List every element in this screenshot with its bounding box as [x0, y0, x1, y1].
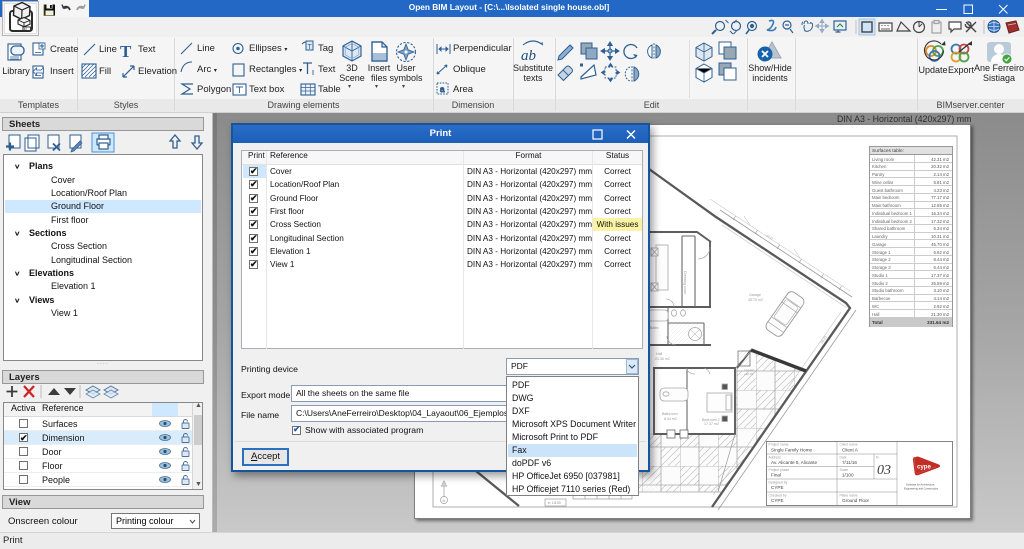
- svg-text:Bathroom: Bathroom: [662, 412, 678, 416]
- svg-text:Scale: Scale: [840, 468, 849, 472]
- svg-text:Single Family Home: Single Family Home: [771, 448, 813, 453]
- svg-text:a: a: [440, 85, 445, 94]
- svg-text:Av. Alicante 5, Alicante: Av. Alicante 5, Alicante: [771, 460, 817, 465]
- svg-text:CYPE: CYPE: [771, 485, 784, 490]
- svg-text:Bathr.: Bathr.: [650, 326, 659, 330]
- svg-text:Dressing room: Dressing room: [683, 271, 687, 294]
- svg-text:1/100: 1/100: [842, 473, 854, 478]
- svg-text:Designed by: Designed by: [769, 481, 788, 485]
- svg-text:Garage: Garage: [749, 293, 761, 297]
- svg-text:7/11/16: 7/11/16: [842, 460, 857, 465]
- svg-text:Plane name: Plane name: [840, 494, 858, 498]
- svg-text:Engineering and Construction: Engineering and Construction: [904, 487, 939, 491]
- svg-text:Client name: Client name: [840, 443, 858, 447]
- svg-text:6.34 m2: 6.34 m2: [664, 417, 677, 421]
- svg-text:Date: Date: [840, 456, 847, 460]
- svg-text:Checked by: Checked by: [769, 494, 787, 498]
- svg-text:Final: Final: [771, 473, 781, 478]
- svg-text:Address: Address: [769, 456, 782, 460]
- svg-text:T: T: [120, 42, 132, 61]
- svg-text:Software for Architecture,: Software for Architecture,: [906, 483, 935, 487]
- svg-text:17.37 m2: 17.37 m2: [704, 422, 719, 426]
- svg-text:Hall: Hall: [656, 352, 662, 356]
- svg-text:+22.02: +22.02: [744, 372, 754, 376]
- svg-text:ab: ab: [521, 48, 537, 64]
- svg-text:45.70 m2: 45.70 m2: [748, 298, 763, 302]
- svg-text:03: 03: [877, 463, 891, 478]
- svg-text:Project phase: Project phase: [769, 468, 790, 472]
- svg-text:e: 1/100: e: 1/100: [548, 501, 561, 505]
- svg-text:T: T: [308, 44, 313, 51]
- svg-text:N: N: [443, 498, 446, 503]
- svg-text:23.47: 23.47: [765, 233, 774, 241]
- svg-text:21.30 m2: 21.30 m2: [655, 357, 670, 361]
- svg-text:Project name: Project name: [769, 443, 789, 447]
- svg-text:Ground Floor: Ground Floor: [842, 498, 870, 503]
- svg-text:Client A: Client A: [842, 448, 859, 453]
- svg-text:CYPE: CYPE: [771, 498, 784, 503]
- svg-text:cype: cype: [917, 464, 931, 471]
